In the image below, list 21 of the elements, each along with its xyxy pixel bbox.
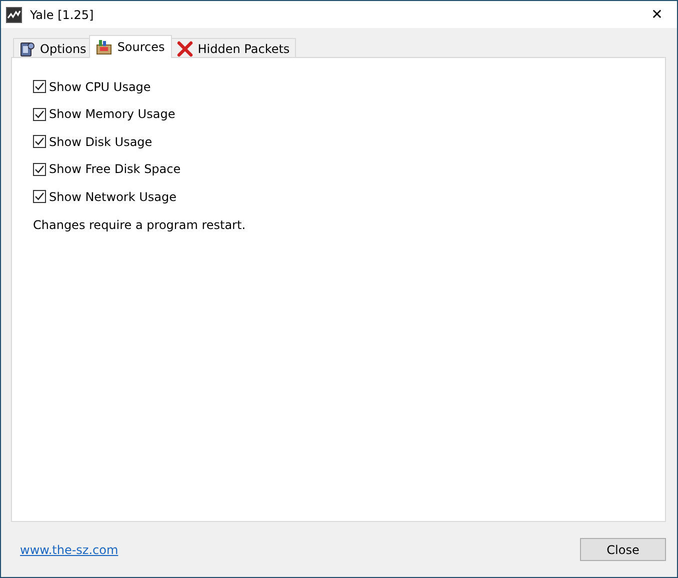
checkbox-label: Show Memory Usage xyxy=(49,107,176,122)
checkbox[interactable] xyxy=(33,108,46,121)
close-button[interactable]: Close xyxy=(580,538,666,561)
tab[interactable]: Hidden Packets xyxy=(170,38,296,58)
close-button[interactable]: ✕ xyxy=(637,1,677,28)
website-link[interactable]: www.the-sz.com xyxy=(20,542,118,556)
checkbox-label: Show Disk Usage xyxy=(49,134,152,149)
cross-icon xyxy=(176,40,193,56)
checkbox-label: Show CPU Usage xyxy=(49,80,151,94)
checkbox-label: Show Free Disk Space xyxy=(49,162,181,176)
tab[interactable]: Sources xyxy=(89,35,172,58)
chart-icon xyxy=(6,6,22,22)
note-text: Changes require a program restart. xyxy=(33,216,247,232)
checkbox[interactable] xyxy=(33,135,46,148)
device-icon xyxy=(19,40,35,56)
checkbox[interactable] xyxy=(33,190,46,204)
checkbox-label: Show Network Usage xyxy=(49,190,176,204)
window-title: Yale [1.25] xyxy=(30,8,95,22)
checkbox[interactable] xyxy=(33,162,46,176)
checkbox[interactable] xyxy=(33,80,46,94)
box-icon xyxy=(96,39,112,55)
